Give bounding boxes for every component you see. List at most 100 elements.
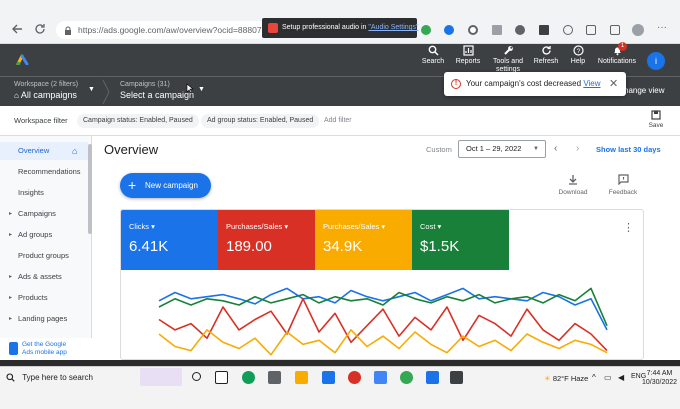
more-options-icon[interactable]: ⋮: [623, 221, 634, 234]
volume-icon[interactable]: ◀: [618, 373, 624, 382]
header-search-button[interactable]: Search: [413, 45, 453, 65]
audio-app-icon: [268, 23, 278, 33]
save-label: Save: [648, 122, 664, 129]
sidebar-scrollbar[interactable]: [88, 144, 92, 234]
next-period-icon[interactable]: ›: [576, 143, 579, 154]
extension-icon[interactable]: [444, 25, 454, 35]
task-view-icon[interactable]: [215, 371, 228, 384]
taskbar-clock[interactable]: 7:44 AM 10/30/2022: [642, 369, 677, 387]
address-bar[interactable]: https://ads.google.com/aw/overview?ocid=…: [56, 21, 268, 39]
extension-icon[interactable]: [492, 25, 502, 35]
favorites-icon[interactable]: [586, 25, 596, 35]
metric-tile[interactable]: Purchases/Sales ▾ 34.9K: [315, 210, 412, 270]
mail-icon[interactable]: [322, 371, 335, 384]
header-button-label: Refresh: [533, 58, 559, 65]
feedback-icon: [617, 174, 629, 185]
header-button-label: Help: [570, 58, 586, 65]
back-arrow-icon[interactable]: [10, 22, 24, 36]
sidebar-item-recommendations[interactable]: Recommendations: [0, 163, 88, 181]
metric-tile[interactable]: Clicks ▾ 6.41K: [121, 210, 218, 270]
profile-avatar[interactable]: [632, 24, 644, 36]
caret-down-icon: ▾: [282, 222, 289, 231]
grid-app-icon[interactable]: [268, 371, 281, 384]
caret-down-icon[interactable]: ▼: [88, 86, 95, 93]
header-help-button[interactable]: ? Help: [558, 45, 598, 65]
change-view-button[interactable]: hange view: [624, 86, 664, 95]
new-campaign-button[interactable]: + New campaign: [120, 173, 211, 198]
google-ads-logo-icon[interactable]: [16, 53, 30, 65]
promo-line: Get the Google: [22, 341, 67, 348]
sidebar-item-product-groups[interactable]: Product groups: [0, 247, 88, 265]
date-range-value: Oct 1 – 29, 2022: [466, 144, 522, 153]
network-icon[interactable]: ▭: [604, 373, 612, 382]
extension-icon[interactable]: [468, 25, 478, 35]
download-button[interactable]: Download: [553, 174, 593, 196]
weather-icon: ☀: [544, 374, 551, 383]
save-icon: [651, 110, 661, 120]
sidebar-item-campaigns[interactable]: ▸ Campaigns: [0, 205, 88, 223]
collections-icon[interactable]: [610, 25, 620, 35]
sidebar-item-insights[interactable]: Insights: [0, 184, 88, 202]
url-text: https://ads.google.com/aw/overview?ocid=…: [78, 25, 268, 35]
workspace-selector[interactable]: Workspace (2 filters) ⌂ All campaigns: [14, 81, 78, 100]
sidebar-item-overview[interactable]: Overview ⌂: [0, 142, 88, 160]
ad-group-status-filter-chip[interactable]: Ad group status: Enabled, Paused: [201, 114, 320, 128]
metric-value: $1.5K: [420, 238, 460, 255]
previous-period-icon[interactable]: ‹: [554, 143, 557, 154]
tray-chevron-icon[interactable]: ^: [592, 373, 596, 382]
photos-app-icon[interactable]: [450, 371, 463, 384]
mobile-app-promo[interactable]: Get the Google Ads mobile app: [0, 338, 92, 360]
download-label: Download: [558, 189, 588, 196]
chrome-icon[interactable]: [348, 371, 361, 384]
cortana-icon[interactable]: [192, 372, 201, 381]
campaign-selector[interactable]: Campaigns (31) Select a campaign: [120, 81, 194, 100]
sidebar-item-ad-groups[interactable]: ▸ Ad groups: [0, 226, 88, 244]
extension-icon[interactable]: [421, 25, 431, 35]
metric-value: 6.41K: [129, 238, 169, 255]
notes-app-icon[interactable]: [374, 371, 387, 384]
date-range-picker[interactable]: Oct 1 – 29, 2022 ▼: [458, 140, 546, 158]
media-app-icon[interactable]: [426, 371, 439, 384]
more-menu-icon[interactable]: ···: [657, 22, 667, 33]
svg-text:?: ?: [576, 48, 580, 55]
chrome-profile-icon[interactable]: [400, 371, 413, 384]
file-explorer-icon[interactable]: [295, 371, 308, 384]
metric-name: Clicks: [129, 222, 149, 231]
campaigns-count-label: Campaigns (31): [120, 81, 170, 88]
sidebar-item-ads-assets[interactable]: ▸ Ads & assets: [0, 268, 88, 286]
close-icon[interactable]: ✕: [609, 72, 618, 96]
save-filter-button[interactable]: Save: [646, 110, 666, 129]
sidebar-item-landing-pages[interactable]: ▸ Landing pages: [0, 310, 88, 328]
show-last-30-days-button[interactable]: Show last 30 days: [596, 145, 661, 154]
toast-view-link[interactable]: View: [583, 79, 600, 88]
extension-icon[interactable]: [539, 25, 549, 35]
puzzle-icon[interactable]: [563, 25, 573, 35]
sidebar-item-label: Overview: [18, 146, 50, 155]
sidebar-item-label: Ad groups: [18, 230, 53, 239]
clock-date: 10/30/2022: [642, 379, 678, 386]
audio-settings-link[interactable]: "Audio Settings": [368, 24, 418, 31]
sidebar-item-label: Recommendations: [18, 167, 81, 176]
account-avatar[interactable]: i: [647, 52, 665, 70]
metric-tile[interactable]: Purchases/Sales ▾ 189.00: [218, 210, 315, 270]
taskbar-search[interactable]: Type here to search: [6, 373, 93, 383]
header-notifications-button[interactable]: Notifications: [595, 45, 639, 65]
metric-tile[interactable]: Cost ▾ $1.5K: [412, 210, 509, 270]
series-line-2: [158, 329, 608, 356]
metric-label: Purchases/Sales ▾: [323, 222, 412, 231]
edge-browser-icon[interactable]: [242, 371, 255, 384]
caret-down-icon[interactable]: ▼: [198, 86, 205, 93]
header-tools-button[interactable]: Tools and settings: [487, 45, 529, 74]
sidebar-item-products[interactable]: ▸ Products: [0, 289, 88, 307]
taskbar-search-text: Type here to search: [22, 373, 93, 382]
windows-taskbar: [0, 366, 680, 409]
expand-caret-icon: ▸: [9, 295, 13, 301]
add-filter-button[interactable]: Add filter: [324, 117, 352, 124]
reload-icon[interactable]: [33, 22, 47, 36]
header-reports-button[interactable]: Reports: [448, 45, 488, 65]
header-button-label: Tools and settings: [493, 58, 523, 73]
sidebar-item-label: Ads & assets: [18, 272, 62, 281]
feedback-button[interactable]: Feedback: [603, 174, 643, 196]
extension-icon[interactable]: [515, 25, 525, 35]
campaign-status-filter-chip[interactable]: Campaign status: Enabled, Paused: [77, 114, 199, 128]
